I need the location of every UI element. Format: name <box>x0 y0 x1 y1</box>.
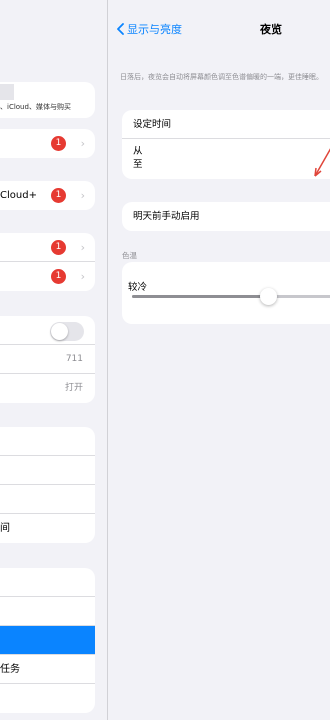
sidebar-row-bluetooth[interactable]: 打开 <box>0 374 95 403</box>
sidebar-card-2: 1 › <box>0 129 95 158</box>
night-shift-detail: 显示与亮度 夜览 日落后，夜览会自动将屏幕颜色调至色谱偏暖的一端，更佳睡眠。 设… <box>107 0 330 720</box>
red-arrow-annotation <box>314 148 330 177</box>
scheduled-row[interactable]: 设定时间 <box>122 110 330 139</box>
sidebar-card-icloud: Cloud+ 1 › <box>0 181 95 210</box>
avatar <box>0 84 14 100</box>
bluetooth-value: 打开 <box>64 383 83 393</box>
sidebar-card-updates: 1 › 1 › <box>0 233 95 291</box>
sidebar-card-connectivity: 711 打开 <box>0 316 95 403</box>
chevron-right-icon: › <box>80 137 85 150</box>
back-button[interactable]: 显示与亮度 <box>117 21 182 37</box>
sidebar-row-wifi[interactable]: 711 <box>0 345 95 374</box>
back-button-label: 显示与亮度 <box>127 23 182 36</box>
sidebar-row-suggestion[interactable]: 1 › <box>0 129 95 158</box>
slider-thumb[interactable] <box>260 288 277 305</box>
manual-enable-label: 明天前手动启用 <box>133 211 200 222</box>
sidebar-row-accessibility[interactable] <box>0 684 95 713</box>
page-title: 夜览 <box>260 23 282 36</box>
profile-subtitle: 、iCloud、媒体与购买 <box>0 103 71 111</box>
sidebar-row-focus[interactable] <box>0 485 95 514</box>
sidebar-card-4: 间 <box>0 427 95 543</box>
notification-badge: 1 <box>51 240 66 255</box>
slider-fill <box>132 295 269 298</box>
sidebar-row-control-center[interactable] <box>0 597 95 626</box>
sidebar-row-display-brightness[interactable] <box>0 626 95 655</box>
sidebar-card-5: 任务 <box>0 568 95 713</box>
sidebar-row-label: 间 <box>0 523 10 534</box>
chevron-right-icon: › <box>80 270 85 283</box>
sidebar-row-sounds[interactable] <box>0 456 95 485</box>
manual-enable-row[interactable]: 明天前手动启用 <box>122 202 330 231</box>
chevron-right-icon: › <box>80 189 85 202</box>
sidebar-row-notifications[interactable] <box>0 427 95 456</box>
sidebar-row-airplane-mode[interactable] <box>0 316 95 345</box>
night-shift-description: 日落后，夜览会自动将屏幕颜色调至色谱偏暖的一端，更佳睡眠。 <box>120 73 323 81</box>
notification-badge: 1 <box>51 269 66 284</box>
profile-card[interactable]: 、iCloud、媒体与购买 <box>0 82 95 118</box>
color-temperature-less-warm-label: 较冷 <box>128 282 148 293</box>
color-temperature-slider[interactable] <box>132 295 330 298</box>
manual-card: 明天前手动启用 <box>122 202 330 231</box>
sidebar-row-multitasking[interactable]: 任务 <box>0 655 95 684</box>
sidebar-row-update-2[interactable]: 1 › <box>0 262 95 291</box>
sidebar-row-label: Cloud+ <box>0 190 37 201</box>
sidebar-row-general[interactable] <box>0 568 95 597</box>
wifi-value: 711 <box>65 354 83 364</box>
nav-bar: 显示与亮度 夜览 <box>108 0 330 58</box>
chevron-left-icon <box>117 23 124 35</box>
color-temperature-card: 较冷 <box>122 262 330 324</box>
sidebar-row-label: 任务 <box>0 664 20 675</box>
scheduled-label: 设定时间 <box>133 119 172 130</box>
notification-badge: 1 <box>51 136 66 151</box>
color-temperature-header: 色温 <box>122 251 137 260</box>
toggle-knob <box>51 323 68 340</box>
airplane-mode-toggle[interactable] <box>50 322 84 341</box>
notification-badge: 1 <box>51 188 66 203</box>
chevron-right-icon: › <box>80 241 85 254</box>
settings-sidebar: 、iCloud、媒体与购买 1 › Cloud+ 1 › 1 › 1 › 711 <box>0 0 107 720</box>
sidebar-row-icloud-plus[interactable]: Cloud+ 1 › <box>0 181 95 210</box>
sidebar-row-screen-time[interactable]: 间 <box>0 514 95 543</box>
sidebar-row-update-1[interactable]: 1 › <box>0 233 95 262</box>
